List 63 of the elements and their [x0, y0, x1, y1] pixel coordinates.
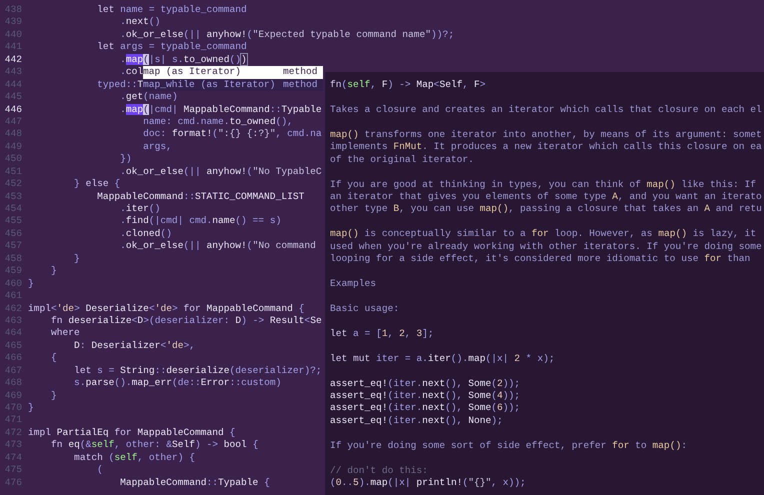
code-line: .col	[119, 66, 144, 79]
code-line: let name = typable_command	[96, 4, 247, 16]
code-line: } else {	[73, 178, 120, 191]
doc-line: let a = [1, 2, 3];	[330, 328, 434, 339]
code-line: args,	[142, 140, 172, 154]
doc-line: // don't do this:	[330, 464, 428, 476]
code-line: impl PartialEq for MappableCommand {	[28, 426, 236, 440]
code-line: impl<'de> Deserialize<'de> for MappableCommand {	[28, 302, 304, 315]
doc-line: map() transforms one iterator into another, by means of its argument: somet	[330, 128, 762, 140]
code-line: match (self, other) {	[73, 452, 195, 464]
doc-line: If you are good at thinking in types, you can think of map() like this: If	[330, 178, 756, 190]
doc-line: used when you're already working with other iterators. If you're doing some	[330, 240, 762, 252]
doc-line: map() is conceptually similar to a for loop. However, as map() is lazy, it	[330, 228, 756, 240]
doc-line: Takes a closure and creates an iterator which calls that closure on each el	[330, 104, 762, 115]
code-line: .find(|cmd| cmd.name() == s)	[119, 215, 282, 228]
code-line: name: cmd.name.to_owned(),	[142, 116, 293, 128]
doc-line: looping for a side effect, it's considered more idiomatic to use for than	[330, 253, 750, 264]
line-number: 442	[4, 54, 22, 66]
function-signature: fn(self, F) -> Map<Self, F>	[330, 79, 486, 90]
code-line: .ok_or_else(|| anyhow!("No command	[119, 240, 316, 253]
code-line: fn eq(&self, other: &Self) -> bool {	[50, 439, 258, 452]
doc-line: of the original iterator.	[330, 154, 474, 165]
code-line: }	[50, 265, 57, 278]
doc-line: assert_eq!(iter.next(), Some(4));	[330, 390, 520, 401]
code-line: }	[73, 252, 80, 266]
code-line: .ok_or_else(|| anyhow!("Expected typable command name"))?;	[119, 28, 454, 42]
doc-line: (0..5).map(|x| println!("{}", x));	[330, 477, 526, 488]
code-line: })	[119, 153, 132, 166]
code-line: }	[28, 278, 34, 290]
code-line: fn deserialize<D>(deserializer: D) -> Result<Se	[50, 314, 322, 328]
code-line: .cloned()	[119, 228, 172, 240]
doc-line: If you're doing some sort of side effect, prefer for to map():	[330, 440, 687, 451]
code-line: let s = String::deserialize(deserializer)?;	[73, 364, 322, 378]
code-line: s.parse().map_err(de::Error::custom)	[73, 377, 282, 390]
code-line: {	[50, 352, 57, 365]
code-line: }	[28, 402, 34, 414]
code-line: .map(|s| s.to_owned())	[119, 54, 247, 66]
code-line: .ok_or_else(|| anyhow!("No TypableC	[119, 166, 322, 178]
completion-item[interactable]: map (as Iterator) method	[143, 66, 323, 79]
doc-line: assert_eq!(iter.next(), None);	[330, 414, 503, 426]
code-line: where	[50, 327, 80, 340]
code-line: doc: format!(":{} {:?}", cmd.na	[142, 128, 322, 141]
code-line: .next()	[119, 16, 160, 29]
code-line: .map(|cmd| MappableCommand::Typable	[119, 104, 322, 116]
doc-line: other type B, you can use map(), passing a closure that takes an A and retu	[330, 203, 762, 214]
code-line: typed::T	[96, 78, 144, 92]
code-line: MappableCommand::STATIC_COMMAND_LIST	[96, 190, 304, 203]
code-line: .get(name)	[119, 91, 178, 104]
code-line: let args = typable_command	[96, 41, 247, 54]
completion-item[interactable]: map_while (as Iterator) method	[143, 78, 323, 92]
doc-line: Examples	[330, 278, 376, 289]
line-number: 446	[4, 104, 22, 116]
doc-line: let mut iter = a.iter().map(|x| 2 * x);	[330, 352, 555, 364]
doc-line: Basic usage:	[330, 302, 400, 314]
code-line: .iter()	[119, 203, 160, 216]
doc-line: implements FnMut. It produces a new iterator which calls this closure on ea	[330, 141, 762, 152]
code-line: D: Deserializer<'de>,	[73, 340, 195, 352]
doc-line: an iterator that gives you elements of some type A, and you want an iterato	[330, 190, 762, 202]
code-line: MappableCommand::Typable {	[119, 476, 270, 490]
code-line: (	[96, 464, 103, 477]
doc-line: assert_eq!(iter.next(), Some(6));	[330, 402, 520, 414]
doc-line: assert_eq!(iter.next(), Some(2));	[330, 378, 520, 388]
code-line: }	[50, 390, 57, 402]
